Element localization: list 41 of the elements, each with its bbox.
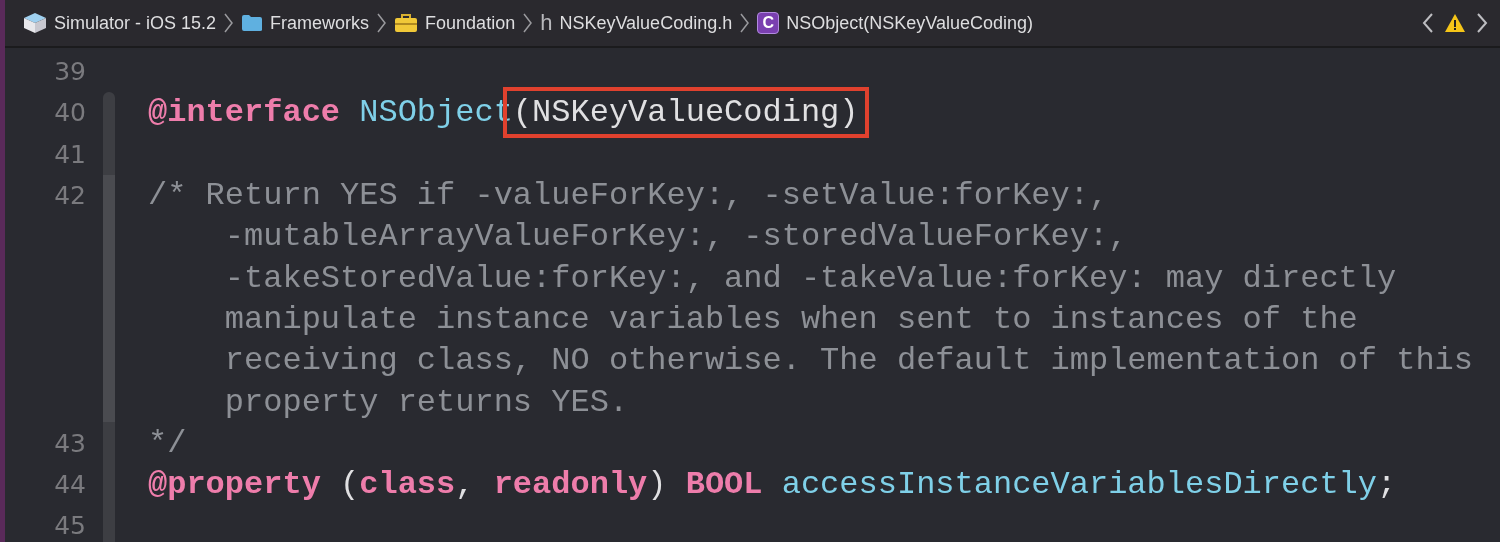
folder-icon [241,14,264,32]
header-file-glyph: h [540,10,553,36]
code-token: ) [647,466,668,504]
line-number: 39 [53,57,87,87]
code-token: BOOL [685,466,763,504]
line-number: 41 [53,139,87,169]
breadcrumb-item[interactable]: NSObject(NSKeyValueCoding) [786,12,1033,34]
code-token: @property [148,466,321,504]
chevron-icon [523,13,533,33]
code-token: ( [339,466,360,504]
line-number: 45 [53,511,87,541]
code-token: receiving class, NO otherwise. The default implementation of this [223,342,1473,380]
chevron-icon [740,13,750,33]
breadcrumb-item[interactable]: Frameworks [270,12,370,34]
line-number: 40 [53,98,87,128]
box-icon [23,12,47,34]
back-button[interactable] [1422,12,1434,34]
toolbox-icon [394,13,419,33]
forward-button[interactable] [1476,12,1488,34]
chevron-icon [224,13,234,33]
code-token: */ [148,424,187,462]
code-token: class [359,466,456,504]
line-number: 43 [53,428,87,458]
class-icon: C [757,12,780,34]
code-token: @interface [148,94,341,132]
code-token: property returns YES. [223,383,629,421]
breadcrumb-item[interactable]: Foundation [425,12,516,34]
code-token: accessInstanceVariablesDirectly [780,466,1377,504]
code-token: /* Return YES if -valueForKey:, -setValue:forKey:, [148,177,1109,215]
breadcrumb-item[interactable]: NSKeyValueCoding.h [559,12,733,34]
warning-icon[interactable] [1444,13,1466,33]
code-token: -mutableArrayValueForKey:, -storedValueForKey:, [223,218,1128,256]
code-token: readonly [493,466,648,504]
breadcrumb-item[interactable]: Simulator - iOS 15.2 [54,12,217,34]
code-token: ; [1377,466,1397,504]
code-token: -takeStoredValue:forKey:, and -takeValue:forKey: may directly [223,259,1397,297]
line-number: 42 [53,181,87,211]
chevron-icon [377,13,387,33]
code-token: , [455,466,476,504]
line-number: 44 [53,470,87,500]
code-token: manipulate instance variables when sent to instances of the [223,300,1358,338]
